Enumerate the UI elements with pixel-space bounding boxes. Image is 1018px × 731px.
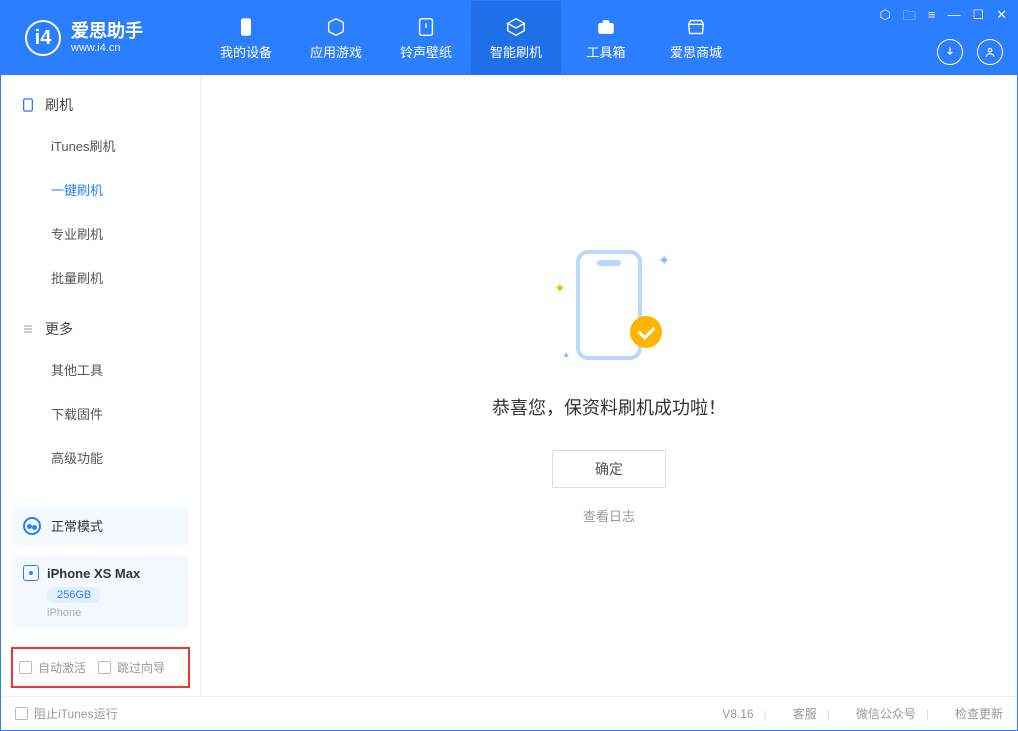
store-icon [685,16,707,38]
device-card[interactable]: iPhone XS Max 256GB iPhone [13,555,188,629]
logo-icon: i4 [25,20,61,56]
sidebar-item-pro-flash[interactable]: 专业刷机 [51,211,200,255]
checkbox-icon [98,661,111,674]
phone-icon [235,16,257,38]
music-icon [415,16,437,38]
maximize-button[interactable]: ☐ [972,7,984,29]
status-label: 正常模式 [51,516,103,535]
status-icon [23,517,41,535]
logo[interactable]: i4 爱思助手 www.i4.cn [1,20,201,56]
header: i4 爱思助手 www.i4.cn 我的设备 应用游戏 铃声壁纸 智能刷机 [1,1,1017,75]
sidebar-group-more: 更多 [1,299,200,347]
sidebar-item-oneclick-flash[interactable]: 一键刷机 [51,167,200,211]
device-mode-status[interactable]: 正常模式 [13,506,188,545]
user-icon[interactable] [977,39,1003,65]
checkbox-auto-activate[interactable]: 自动激活 [19,659,86,676]
sidebar-group-label: 更多 [45,319,73,339]
device-icon [21,98,35,112]
checkbox-icon [15,707,28,720]
success-illustration: ✦ ✦ ✦ [554,246,664,366]
sidebar: 刷机 iTunes刷机 一键刷机 专业刷机 批量刷机 更多 其他工具 下载固件 … [1,75,201,696]
checkbox-icon [19,661,32,674]
shirt-icon[interactable]: ⬡ [879,7,890,29]
sparkle-icon: ✦ [658,252,670,269]
nav-toolbox[interactable]: 工具箱 [561,1,651,75]
checkbox-skip-guide[interactable]: 跳过向导 [98,659,165,676]
close-button[interactable]: ✕ [996,7,1007,29]
sidebar-item-batch-flash[interactable]: 批量刷机 [51,255,200,299]
main-content: ✦ ✦ ✦ 恭喜您，保资料刷机成功啦！ 确定 查看日志 [201,75,1017,696]
success-message: 恭喜您，保资料刷机成功啦！ [492,394,726,420]
phone-outline-icon [576,250,642,360]
nav-store[interactable]: 爱思商城 [651,1,741,75]
phone-small-icon [23,565,39,581]
lock-icon[interactable]: 🗀 [903,7,916,29]
support-link[interactable]: 客服 [793,705,817,722]
nav-label: 我的设备 [220,42,272,61]
nav-apps-games[interactable]: 应用游戏 [291,1,381,75]
nav-label: 铃声壁纸 [400,42,452,61]
list-icon [21,322,35,336]
ok-button[interactable]: 确定 [552,450,666,488]
sidebar-item-download-firmware[interactable]: 下载固件 [51,391,200,435]
nav-label: 智能刷机 [490,42,542,61]
check-badge-icon [630,316,662,348]
toolbox-icon [595,16,617,38]
sidebar-group-flash: 刷机 [1,75,200,123]
highlighted-checkboxes: 自动激活 跳过向导 [11,647,190,688]
nav-label: 工具箱 [586,42,625,61]
sidebar-group-label: 刷机 [45,95,73,115]
wechat-link[interactable]: 微信公众号 [856,705,916,722]
minimize-button[interactable]: — [947,7,960,29]
nav-label: 爱思商城 [670,42,722,61]
menu-icon[interactable]: ≡ [928,7,936,29]
header-right [937,39,1003,65]
sparkle-icon: ✦ [554,280,566,297]
logo-title: 爱思助手 [71,22,143,42]
sidebar-item-other-tools[interactable]: 其他工具 [51,347,200,391]
device-name: iPhone XS Max [47,566,140,581]
checkbox-label: 阻止iTunes运行 [34,705,118,722]
refresh-icon [505,16,527,38]
window-controls: ⬡ 🗀 ≡ — ☐ ✕ [879,7,1007,29]
checkbox-label: 跳过向导 [117,659,165,676]
view-log-link[interactable]: 查看日志 [583,506,635,525]
download-icon[interactable] [937,39,963,65]
nav-my-device[interactable]: 我的设备 [201,1,291,75]
footer: 阻止iTunes运行 V8.16 | 客服 | 微信公众号 | 检查更新 [1,696,1017,730]
check-update-link[interactable]: 检查更新 [955,705,1003,722]
sidebar-item-advanced[interactable]: 高级功能 [51,435,200,479]
checkbox-block-itunes[interactable]: 阻止iTunes运行 [15,705,118,722]
cube-icon [325,16,347,38]
body: 刷机 iTunes刷机 一键刷机 专业刷机 批量刷机 更多 其他工具 下载固件 … [1,75,1017,696]
checkbox-label: 自动激活 [38,659,86,676]
version-label: V8.16 [722,707,753,721]
sparkle-icon: ✦ [562,351,570,362]
app-window: i4 爱思助手 www.i4.cn 我的设备 应用游戏 铃声壁纸 智能刷机 [0,0,1018,731]
capacity-badge: 256GB [47,587,101,603]
device-type: iPhone [47,607,178,619]
nav: 我的设备 应用游戏 铃声壁纸 智能刷机 工具箱 爱思商城 [201,1,741,75]
nav-smart-flash[interactable]: 智能刷机 [471,1,561,75]
nav-ringtone-wallpaper[interactable]: 铃声壁纸 [381,1,471,75]
sidebar-item-itunes-flash[interactable]: iTunes刷机 [51,123,200,167]
logo-subtitle: www.i4.cn [71,42,143,54]
nav-label: 应用游戏 [310,42,362,61]
